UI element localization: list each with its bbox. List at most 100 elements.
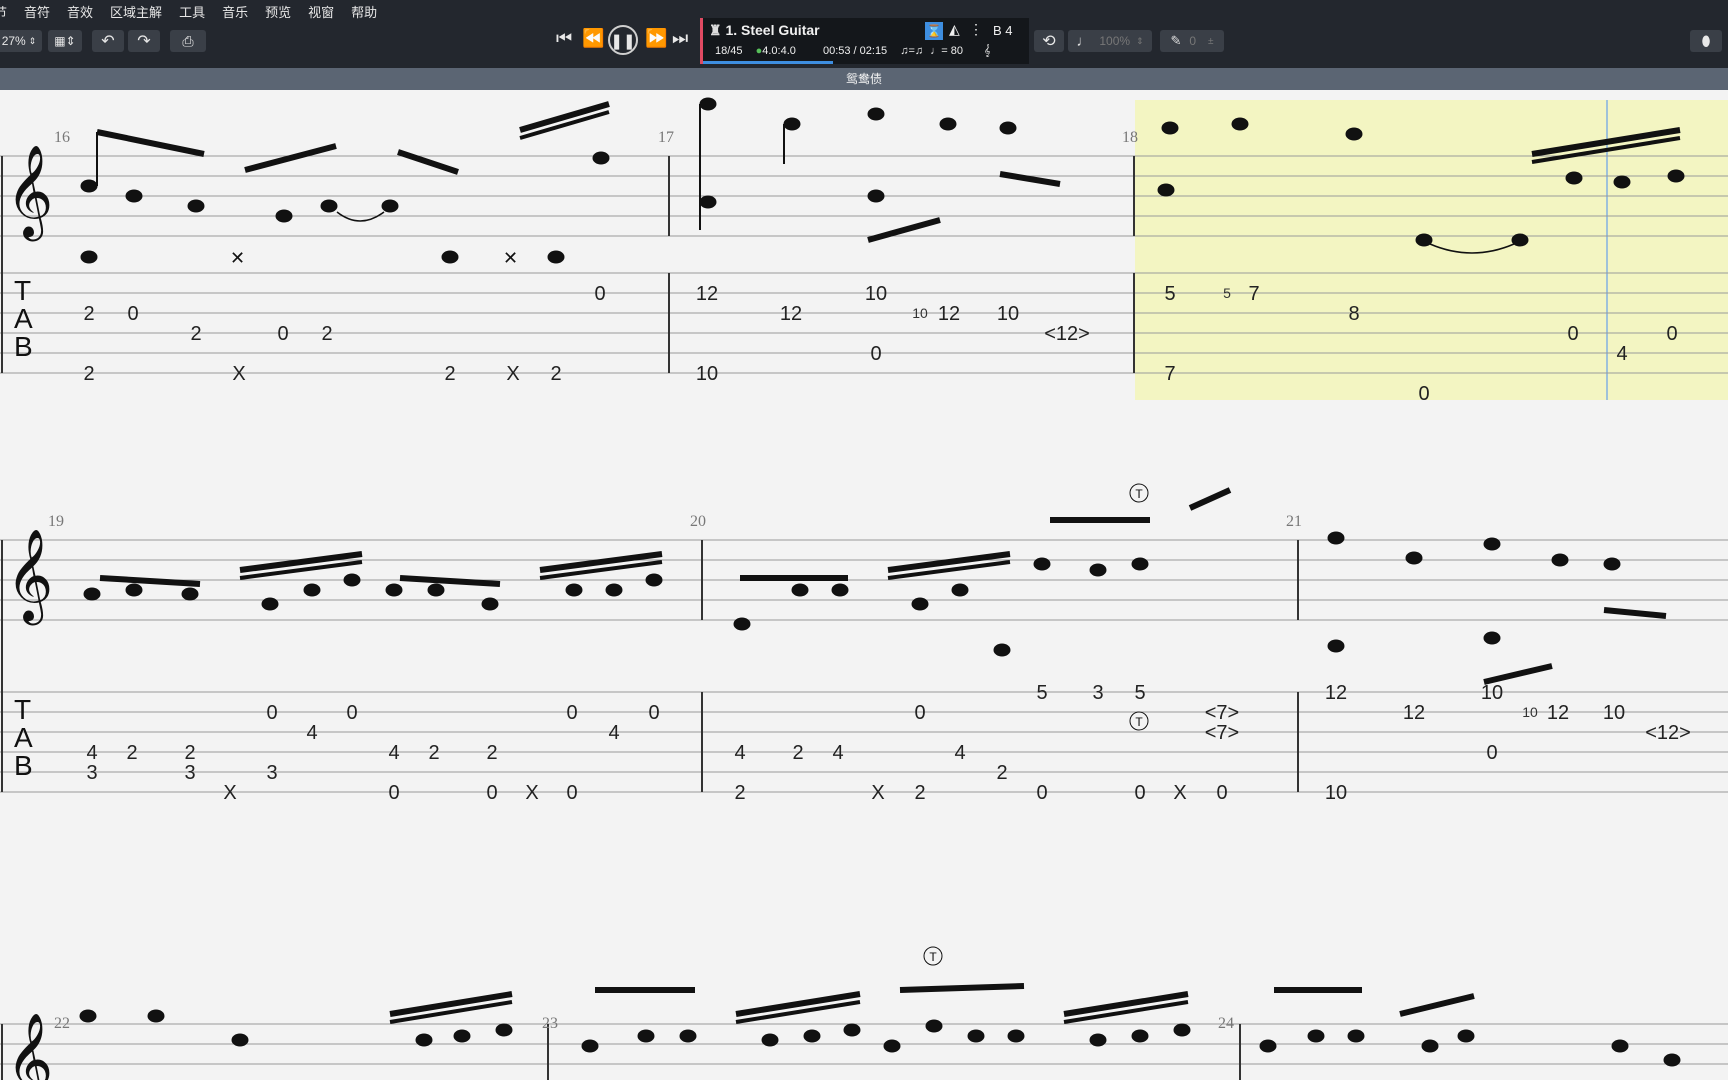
- svg-text:8: 8: [1348, 303, 1359, 325]
- forward-icon[interactable]: ⏩: [645, 28, 667, 49]
- svg-text:0: 0: [1666, 323, 1677, 345]
- undo-icon[interactable]: ↶: [92, 30, 124, 52]
- svg-text:0: 0: [1216, 782, 1227, 804]
- svg-text:4: 4: [388, 742, 399, 764]
- svg-text:2: 2: [792, 742, 803, 764]
- pause-icon[interactable]: ❚❚: [608, 25, 638, 55]
- svg-text:0: 0: [1418, 383, 1429, 405]
- svg-text:2: 2: [126, 742, 137, 764]
- menu-item-effects[interactable]: 音效: [67, 2, 93, 21]
- score-view[interactable]: 𝄞 T A B 16 17 18 ✕ ✕ 2 0 2 0 2 2 X 2 X 2…: [0, 90, 1728, 1080]
- svg-text:0: 0: [566, 702, 577, 724]
- menu-item-preview[interactable]: 预览: [265, 2, 291, 21]
- bar-number: 21: [1286, 513, 1302, 530]
- svg-text:2: 2: [444, 363, 455, 385]
- svg-text:2: 2: [83, 363, 94, 385]
- print-icon[interactable]: ⎙: [170, 30, 206, 52]
- svg-text:T: T: [929, 950, 937, 964]
- speed-control[interactable]: ♩ 100% ⇕: [1068, 30, 1152, 52]
- svg-text:5: 5: [1134, 682, 1145, 704]
- svg-text:✕: ✕: [230, 248, 245, 268]
- svg-text:T: T: [14, 275, 31, 306]
- last-icon[interactable]: ⏭: [672, 28, 688, 49]
- first-icon[interactable]: ⏮: [556, 28, 572, 49]
- time-position: 00:53 / 02:15: [822, 45, 888, 57]
- bar-number: 20: [690, 513, 706, 530]
- svg-text:10: 10: [912, 305, 928, 321]
- svg-text:5: 5: [1036, 682, 1047, 704]
- score-title-bar: 鸳鸯债: [0, 68, 1728, 90]
- svg-text:2: 2: [734, 782, 745, 804]
- bar-number: 16: [54, 129, 70, 146]
- svg-text:7: 7: [1164, 363, 1175, 385]
- tuning-icon: 𝄞: [984, 45, 991, 57]
- svg-text:3: 3: [266, 762, 277, 784]
- svg-text:12: 12: [780, 303, 802, 325]
- svg-text:<7>: <7>: [1205, 722, 1239, 744]
- svg-text:3: 3: [184, 762, 195, 784]
- song-progress-bar: [703, 61, 834, 64]
- bar-number: 23: [542, 1015, 558, 1032]
- lcd-status-line: 18/45 ●4.0:4.0 00:53 / 02:15 ♫=♫ ♩= 80 𝄞: [715, 45, 991, 58]
- svg-text:B: B: [14, 750, 33, 781]
- tab-clef: T A B: [14, 275, 33, 362]
- svg-text:A: A: [14, 303, 33, 334]
- svg-text:10: 10: [696, 363, 718, 385]
- bar-number: 18: [1122, 129, 1138, 146]
- svg-text:2: 2: [550, 363, 561, 385]
- treble-clef-icon: 𝄞: [6, 146, 53, 241]
- svg-text:2: 2: [486, 742, 497, 764]
- menu-item-music[interactable]: 音乐: [222, 2, 248, 21]
- svg-text:T: T: [14, 694, 31, 725]
- svg-text:<7>: <7>: [1205, 702, 1239, 724]
- svg-text:10: 10: [1522, 704, 1538, 720]
- svg-text:<12>: <12>: [1645, 722, 1691, 744]
- menu-item-window[interactable]: 视窗: [308, 2, 334, 21]
- svg-text:12: 12: [938, 303, 960, 325]
- svg-text:X: X: [871, 782, 884, 804]
- svg-text:T: T: [1135, 715, 1143, 729]
- svg-text:2: 2: [184, 742, 195, 764]
- svg-text:0: 0: [914, 702, 925, 724]
- menu-item-section[interactable]: 节: [0, 2, 7, 21]
- tempo: ♩= 80: [930, 45, 963, 57]
- more-icon[interactable]: ⋮: [969, 21, 983, 38]
- svg-text:12: 12: [1547, 702, 1569, 724]
- svg-text:10: 10: [1481, 682, 1503, 704]
- svg-text:0: 0: [1036, 782, 1047, 804]
- svg-text:4: 4: [306, 722, 317, 744]
- menu-item-tools[interactable]: 工具: [179, 2, 205, 21]
- song-lcd: ♜ 1. Steel Guitar ⌛ ◭ ⋮ B 4 18/45 ●4.0:4…: [700, 18, 1029, 64]
- svg-text:0: 0: [266, 702, 277, 724]
- redo-icon[interactable]: ↷: [128, 30, 160, 52]
- menu-item-help[interactable]: 帮助: [351, 2, 377, 21]
- rewind-icon[interactable]: ⏪: [582, 28, 604, 49]
- guitar-icon[interactable]: ⬮: [1690, 30, 1722, 52]
- svg-text:0: 0: [648, 702, 659, 724]
- menu-item-section-notes[interactable]: 区域主解: [110, 2, 162, 21]
- metronome-icon[interactable]: ◭: [949, 21, 960, 38]
- svg-text:12: 12: [696, 283, 718, 305]
- track-name[interactable]: ♜ 1. Steel Guitar: [709, 22, 820, 39]
- svg-text:A: A: [14, 722, 33, 753]
- svg-text:2: 2: [996, 762, 1007, 784]
- svg-text:✕: ✕: [503, 248, 518, 268]
- score-title: 鸳鸯债: [845, 72, 882, 86]
- svg-text:0: 0: [594, 283, 605, 305]
- metronome-count-control[interactable]: ✎ 0 ±: [1160, 30, 1224, 52]
- svg-text:4: 4: [954, 742, 965, 764]
- svg-text:X: X: [506, 363, 519, 385]
- bar-number: 22: [54, 1015, 70, 1032]
- svg-text:2: 2: [914, 782, 925, 804]
- loop-icon[interactable]: ⟲: [1034, 30, 1064, 52]
- svg-text:2: 2: [428, 742, 439, 764]
- treble-clef-icon: 𝄞: [6, 1014, 53, 1080]
- hourglass-icon[interactable]: ⌛: [925, 22, 943, 40]
- svg-text:5: 5: [1164, 283, 1175, 305]
- menu-item-notes[interactable]: 音符: [24, 2, 50, 21]
- svg-text:12: 12: [1325, 682, 1347, 704]
- svg-text:10: 10: [865, 283, 887, 305]
- zoom-select[interactable]: 27% ⇕: [0, 30, 42, 52]
- tab-clef: T A B: [14, 694, 33, 781]
- layout-icon[interactable]: ▦⇕: [48, 30, 82, 52]
